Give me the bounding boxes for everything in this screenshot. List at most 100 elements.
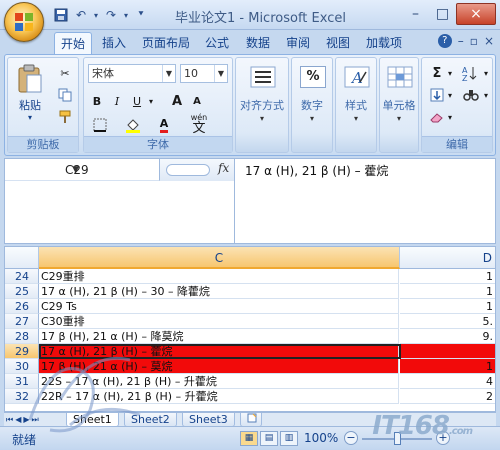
clear-dropdown-icon[interactable]: ▾ [446,108,454,126]
underline-button[interactable]: U [128,92,146,110]
cell-d[interactable]: 2 [400,389,495,404]
cut-icon[interactable]: ✂ [56,64,74,82]
worksheet-grid[interactable]: C D 24 C29重排 1 25 17 α (H), 21 β (H) – 30 – … [4,246,496,412]
zoom-in-button[interactable]: + [436,431,450,445]
name-box-dropdown-icon[interactable]: ▼ [72,159,79,181]
zoom-slider-thumb[interactable] [394,432,401,445]
cell-d[interactable]: 9. [400,329,495,344]
cell-c[interactable]: 17 α (H), 21 β (H) – 藿烷 [39,344,399,359]
number-dropdown-icon[interactable]: ▾ [292,114,332,123]
cell-d[interactable]: 1 [400,284,495,299]
row-header[interactable]: 26 [5,299,39,314]
row-header[interactable]: 29 [5,344,39,359]
row-header[interactable]: 30 [5,359,39,374]
ribbon-restore-button[interactable]: ▫ [470,34,478,48]
underline-dropdown-icon[interactable]: ▾ [146,92,156,110]
font-color-button[interactable]: A [152,116,176,134]
cell-c[interactable]: C29重排 [39,269,399,284]
tab-view[interactable]: 视图 [320,32,356,54]
fill-dropdown-icon[interactable]: ▾ [446,86,454,104]
cell-d[interactable]: 5. [400,314,495,329]
cell-c[interactable]: 17 α (H), 21 β (H) – 30 – 降藿烷 [39,284,399,299]
column-header-c[interactable]: C [39,247,400,269]
first-sheet-icon[interactable]: ⏮ [6,413,13,427]
cell-d[interactable]: 4 [400,374,495,389]
font-size-combo[interactable]: 10 ▼ [180,64,228,83]
cell-c[interactable]: 17 β (H), 21 α (H) – 降莫烷 [39,329,399,344]
row-header[interactable]: 27 [5,314,39,329]
cell-d[interactable]: 1 [400,269,495,284]
row-header[interactable]: 32 [5,389,39,404]
alignment-button[interactable] [240,66,286,91]
ribbon-close-button[interactable]: × [484,34,494,48]
normal-view-icon[interactable]: ▦ [240,431,258,446]
format-painter-icon[interactable] [56,108,74,126]
alignment-dropdown-icon[interactable]: ▾ [236,114,288,123]
tab-page-layout[interactable]: 页面布局 [136,32,196,54]
fill-color-button[interactable] [120,116,146,134]
redo-icon[interactable]: ↷ [102,6,120,24]
tab-add-ins[interactable]: 加载项 [360,32,408,54]
row-header[interactable]: 31 [5,374,39,389]
styles-dropdown-icon[interactable]: ▾ [336,114,376,123]
number-format-button[interactable]: % [296,66,330,88]
cell-d[interactable]: 1 [400,299,495,314]
sheet-tab-sheet3[interactable]: Sheet3 [182,413,235,427]
maximize-button[interactable]: □ [429,3,456,25]
ribbon-minimize-button[interactable]: – [458,34,464,48]
office-button[interactable] [4,2,44,42]
page-break-view-icon[interactable]: ▥ [280,431,298,446]
border-button[interactable] [88,116,112,134]
font-size-dropdown-icon[interactable]: ▼ [214,65,227,82]
sort-filter-icon[interactable]: AZ [460,64,482,82]
name-box[interactable]: C29 ▼ [5,159,160,181]
tab-review[interactable]: 审阅 [280,32,316,54]
shrink-font-button[interactable]: A [188,92,206,110]
cells-dropdown-icon[interactable]: ▾ [380,114,418,123]
formula-input[interactable]: 17 α (H), 21 β (H) – 藿烷 [245,162,388,179]
column-header-d[interactable]: D [400,247,495,269]
styles-button[interactable]: A [340,66,374,91]
font-name-dropdown-icon[interactable]: ▼ [162,65,175,82]
cell-d[interactable] [400,344,495,359]
autosum-dropdown-icon[interactable]: ▾ [446,64,454,82]
font-name-combo[interactable]: 宋体 ▼ [88,64,176,83]
insert-function-button[interactable]: fx [218,161,229,175]
select-all-corner[interactable] [5,247,39,269]
prev-sheet-icon[interactable]: ◀ [15,413,21,427]
cell-c[interactable]: C30重排 [39,314,399,329]
cell-c[interactable]: 22S – 17 α (H), 21 β (H) – 升藿烷 [39,374,399,389]
close-button[interactable]: × [456,3,496,25]
paste-button[interactable]: 粘贴 ▾ [12,64,48,122]
zoom-level[interactable]: 100% [304,431,338,445]
sheet-tab-sheet1[interactable]: Sheet1 [66,413,119,427]
undo-dropdown-icon[interactable]: ▾ [92,6,100,24]
row-header[interactable]: 24 [5,269,39,284]
undo-icon[interactable]: ↶ [72,6,90,24]
minimize-button[interactable]: – [402,3,429,25]
copy-icon[interactable] [56,86,74,104]
autosum-icon[interactable]: Σ [426,64,448,82]
last-sheet-icon[interactable]: ⏭ [32,413,39,427]
bold-button[interactable]: B [88,92,106,110]
formula-bar-resize-handle[interactable] [166,164,210,176]
redo-dropdown-icon[interactable]: ▾ [122,6,130,24]
grow-font-button[interactable]: A [168,92,186,110]
tab-data[interactable]: 数据 [240,32,276,54]
insert-sheet-button[interactable] [240,413,262,427]
zoom-out-button[interactable]: − [344,431,358,445]
cell-c[interactable]: C29 Ts [39,299,399,314]
fill-icon[interactable] [426,86,448,104]
tab-home[interactable]: 开始 [54,32,93,54]
cell-c[interactable]: 22R – 17 α (H), 21 β (H) – 升藿烷 [39,389,399,404]
save-icon[interactable] [52,6,70,24]
row-header[interactable]: 28 [5,329,39,344]
page-layout-view-icon[interactable]: ▤ [260,431,278,446]
customize-qat-icon[interactable]: ⯆ [132,6,150,24]
next-sheet-icon[interactable]: ▶ [23,413,29,427]
cell-d[interactable]: 1 [400,359,495,374]
phonetic-button[interactable]: wén 文 [184,112,214,136]
find-select-icon[interactable] [460,86,482,104]
tab-insert[interactable]: 插入 [96,32,132,54]
tab-formulas[interactable]: 公式 [199,32,235,54]
